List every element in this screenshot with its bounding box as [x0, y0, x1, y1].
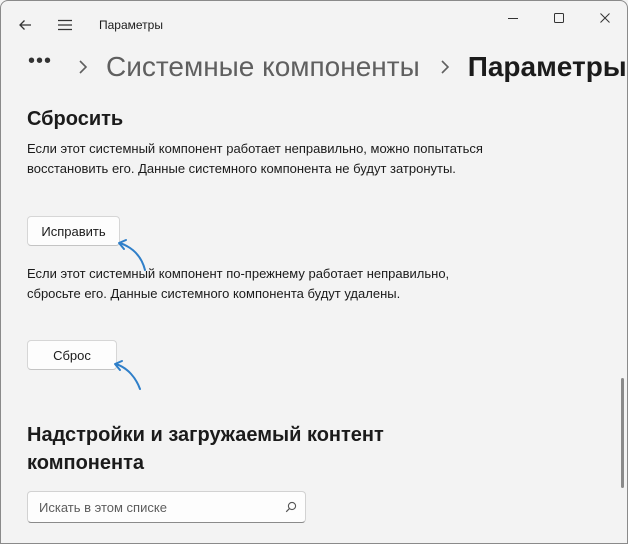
- title-bar: Параметры: [0, 0, 628, 48]
- search-icon[interactable]: [277, 501, 305, 513]
- reset-button[interactable]: Сброс: [27, 340, 117, 370]
- back-arrow-icon: [19, 20, 31, 30]
- app-title: Параметры: [99, 18, 163, 32]
- maximize-button[interactable]: [536, 6, 582, 30]
- repair-description: Если этот системный компонент работает н…: [27, 141, 483, 176]
- breadcrumb-parent[interactable]: Системные компоненты: [106, 51, 420, 83]
- minimize-button[interactable]: [490, 6, 536, 30]
- chevron-right-icon: [434, 48, 456, 86]
- chevron-right-icon: [72, 48, 94, 86]
- navigation-menu-button[interactable]: [50, 10, 80, 40]
- annotation-arrow-icon: [114, 360, 141, 390]
- addons-heading: Надстройки и загружаемый контент компоне…: [27, 424, 384, 474]
- hamburger-icon: [58, 19, 72, 31]
- maximize-icon: [554, 13, 564, 23]
- repair-button[interactable]: Исправить: [27, 216, 120, 246]
- back-button[interactable]: [10, 10, 40, 40]
- close-icon: [600, 13, 610, 23]
- search-input[interactable]: [28, 492, 277, 522]
- reset-heading: Сбросить: [27, 108, 124, 130]
- more-icon[interactable]: •••: [28, 51, 58, 71]
- search-box[interactable]: [27, 491, 306, 523]
- reset-description: Если этот системный компонент по-прежнем…: [27, 266, 450, 301]
- close-button[interactable]: [582, 6, 628, 30]
- page-title: Параметры: [467, 51, 627, 82]
- minimize-icon: [508, 18, 518, 19]
- scrollbar[interactable]: [621, 378, 624, 488]
- breadcrumb: ••• Системные компоненты Параметры: [28, 48, 627, 86]
